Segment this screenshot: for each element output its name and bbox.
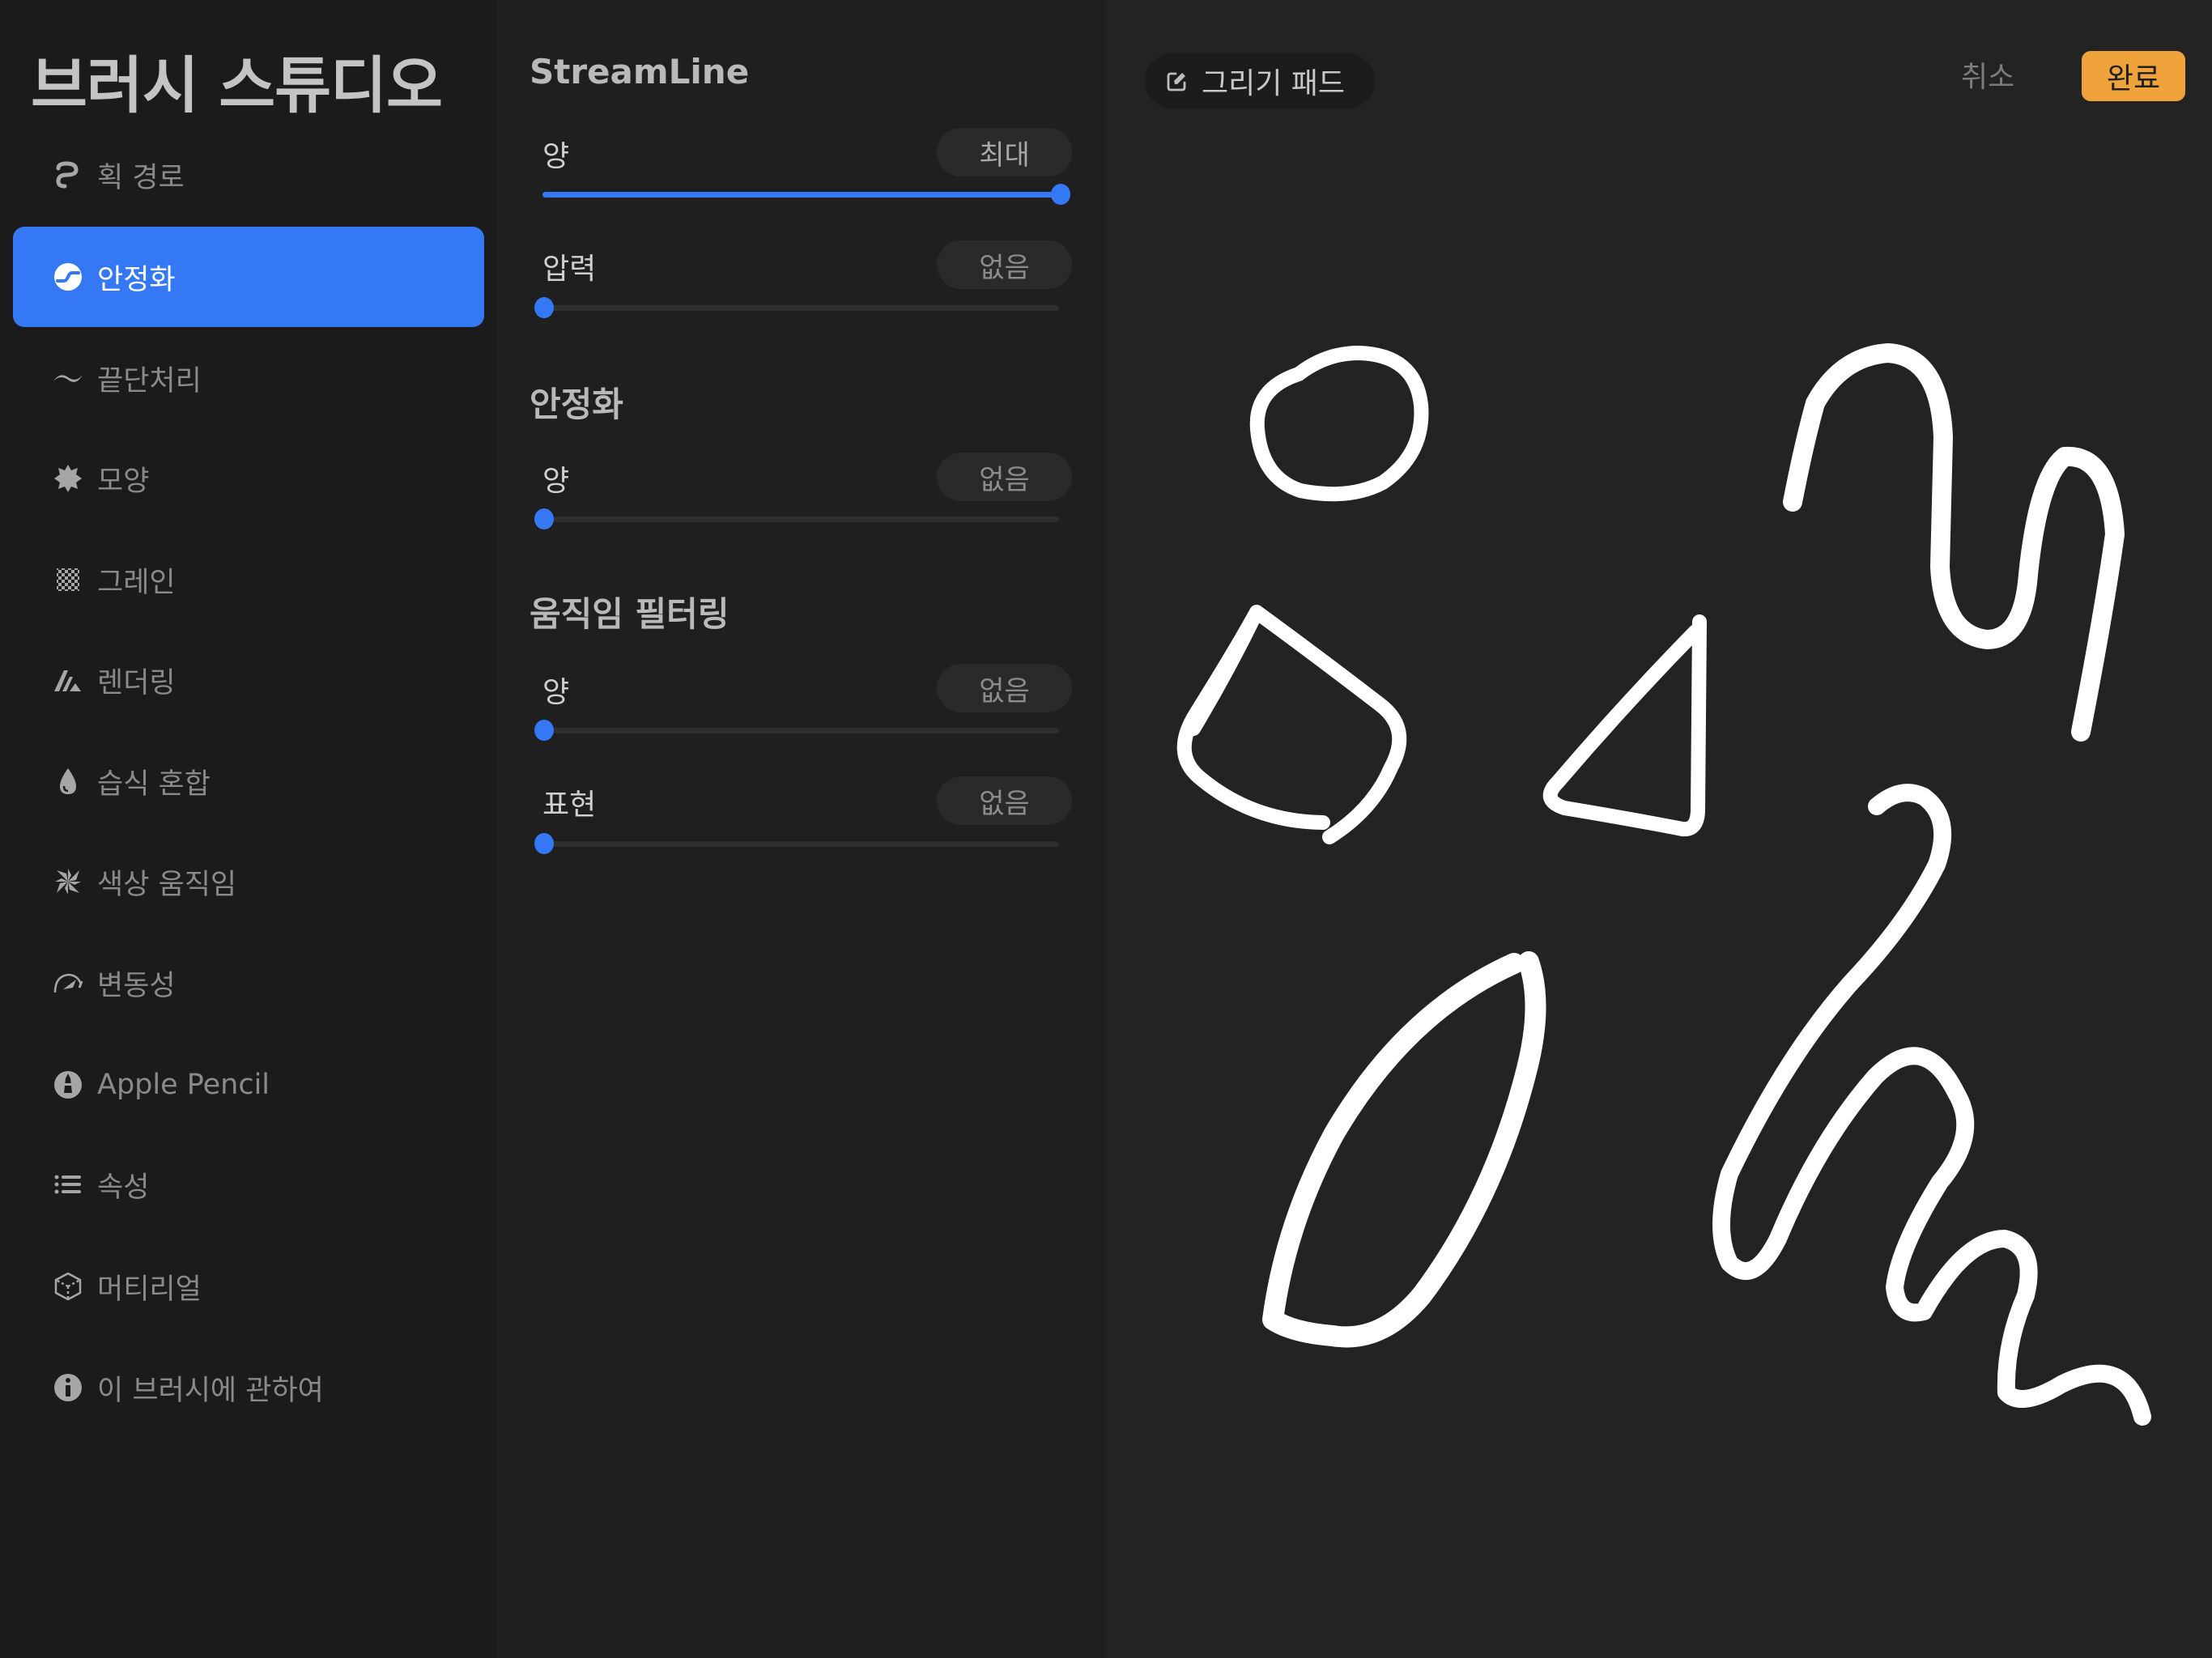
sidebar-item-label: 렌더링 <box>97 666 176 699</box>
streamline-pressure-slider[interactable] <box>534 297 1059 318</box>
sidebar-item-label: 모양 <box>97 465 150 498</box>
stabilization-amount-value[interactable]: 없음 <box>937 453 1072 501</box>
info-icon <box>50 1370 86 1405</box>
wet-mix-icon <box>50 763 86 799</box>
stabilization-amount-slider[interactable] <box>534 508 1059 529</box>
dynamics-icon <box>50 965 86 1001</box>
sidebar-item-stabilization[interactable]: 안정화 <box>13 227 484 327</box>
motion-filtering-expression-label: 표현 <box>542 789 597 822</box>
sidebar-item-label: 변동성 <box>97 969 176 1002</box>
materials-icon <box>50 1269 86 1304</box>
sidebar-item-dynamics[interactable]: 변동성 <box>13 933 484 1033</box>
sidebar-item-label: 안정화 <box>97 263 176 296</box>
drawing-pad[interactable]: 그리기 패드 취소 완료 <box>1106 0 2212 1658</box>
slider-thumb[interactable] <box>534 833 554 854</box>
apple-pencil-icon <box>50 1067 86 1103</box>
drawing-pad-button[interactable]: 그리기 패드 <box>1145 53 1375 108</box>
stroke-wave-top <box>1783 343 2125 742</box>
stroke-path-icon <box>50 157 86 193</box>
sidebar: 브러시 스튜디오 획 경로 안정화 끝단처리 모양 그레인 렌더링 습식 혼합 … <box>0 0 497 1658</box>
sidebar-item-rendering[interactable]: 렌더링 <box>13 630 484 730</box>
sidebar-item-label: 머티리얼 <box>97 1273 202 1306</box>
rendering-icon <box>50 662 86 698</box>
shape-icon <box>50 461 86 496</box>
sidebar-item-label: 속성 <box>97 1171 150 1204</box>
grain-icon <box>50 562 86 597</box>
color-dynamics-icon <box>50 864 86 899</box>
done-button[interactable]: 완료 <box>2082 51 2185 101</box>
streamline-amount-slider[interactable] <box>542 184 1070 205</box>
motion-filtering-amount-label: 양 <box>542 676 570 709</box>
sidebar-item-apple-pencil[interactable]: Apple Pencil <box>13 1035 484 1135</box>
sidebar-item-taper[interactable]: 끝단처리 <box>13 328 484 428</box>
sidebar-item-materials[interactable]: 머티리얼 <box>13 1236 484 1337</box>
slider-thumb[interactable] <box>534 508 554 529</box>
section-title-motion-filtering: 움직임 필터링 <box>530 594 730 634</box>
sidebar-item-properties[interactable]: 속성 <box>13 1134 484 1235</box>
drawing-pad-label: 그리기 패드 <box>1202 67 1346 100</box>
sidebar-item-stroke-path[interactable]: 획 경로 <box>13 125 484 225</box>
slider-track <box>542 305 1059 311</box>
slider-thumb[interactable] <box>534 297 554 318</box>
streamline-amount-value[interactable]: 최대 <box>937 128 1072 176</box>
streamline-pressure-label: 압력 <box>542 253 597 286</box>
cancel-button[interactable]: 취소 <box>1961 53 2014 96</box>
stroke-square <box>1176 605 1407 844</box>
stabilization-amount-label: 양 <box>542 465 570 498</box>
taper-icon <box>50 360 86 396</box>
sidebar-item-label: 획 경로 <box>97 161 185 194</box>
streamline-pressure-value[interactable]: 없음 <box>937 240 1072 289</box>
stroke-leaf <box>1262 951 1546 1348</box>
stroke-triangle <box>1542 614 1707 837</box>
section-title-stabilization: 안정화 <box>530 385 623 424</box>
stroke-s-curve <box>1712 784 2151 1426</box>
slider-track <box>542 517 1059 522</box>
sidebar-item-label: 이 브러시에 관하여 <box>97 1374 324 1407</box>
slider-track <box>542 841 1059 847</box>
sidebar-item-label: Apple Pencil <box>97 1069 270 1101</box>
edit-icon <box>1167 72 1186 91</box>
motion-filtering-expression-slider[interactable] <box>534 833 1059 854</box>
stroke-circle <box>1249 346 1429 502</box>
slider-thumb[interactable] <box>534 720 554 741</box>
sidebar-item-label: 습식 혼합 <box>97 767 211 801</box>
motion-filtering-amount-value[interactable]: 없음 <box>937 664 1072 712</box>
sidebar-item-grain[interactable]: 그레인 <box>13 529 484 630</box>
slider-track <box>542 728 1059 733</box>
streamline-amount-label: 양 <box>542 140 570 173</box>
sidebar-item-label: 색상 움직임 <box>97 868 237 901</box>
stabilization-icon <box>50 259 86 295</box>
motion-filtering-expression-value[interactable]: 없음 <box>937 776 1072 825</box>
sidebar-item-wet-mix[interactable]: 습식 혼합 <box>13 731 484 831</box>
sidebar-item-label: 그레인 <box>97 566 176 599</box>
drawing-strokes <box>1176 343 2151 1426</box>
sidebar-item-shape[interactable]: 모양 <box>13 428 484 529</box>
slider-thumb[interactable] <box>1051 184 1070 205</box>
slider-fill <box>542 192 1059 198</box>
settings-panel: StreamLine 양 최대 압력 없음 안정화 양 없음 움직임 필터링 양… <box>497 0 1106 1658</box>
sidebar-item-label: 끝단처리 <box>97 364 202 397</box>
sidebar-item-color-dynamics[interactable]: 색상 움직임 <box>13 831 484 932</box>
section-title-streamline: StreamLine <box>530 52 750 91</box>
app-title: 브러시 스튜디오 <box>31 49 443 121</box>
motion-filtering-amount-slider[interactable] <box>534 720 1059 741</box>
sidebar-item-about[interactable]: 이 브러시에 관하여 <box>13 1337 484 1438</box>
properties-icon <box>50 1167 86 1202</box>
